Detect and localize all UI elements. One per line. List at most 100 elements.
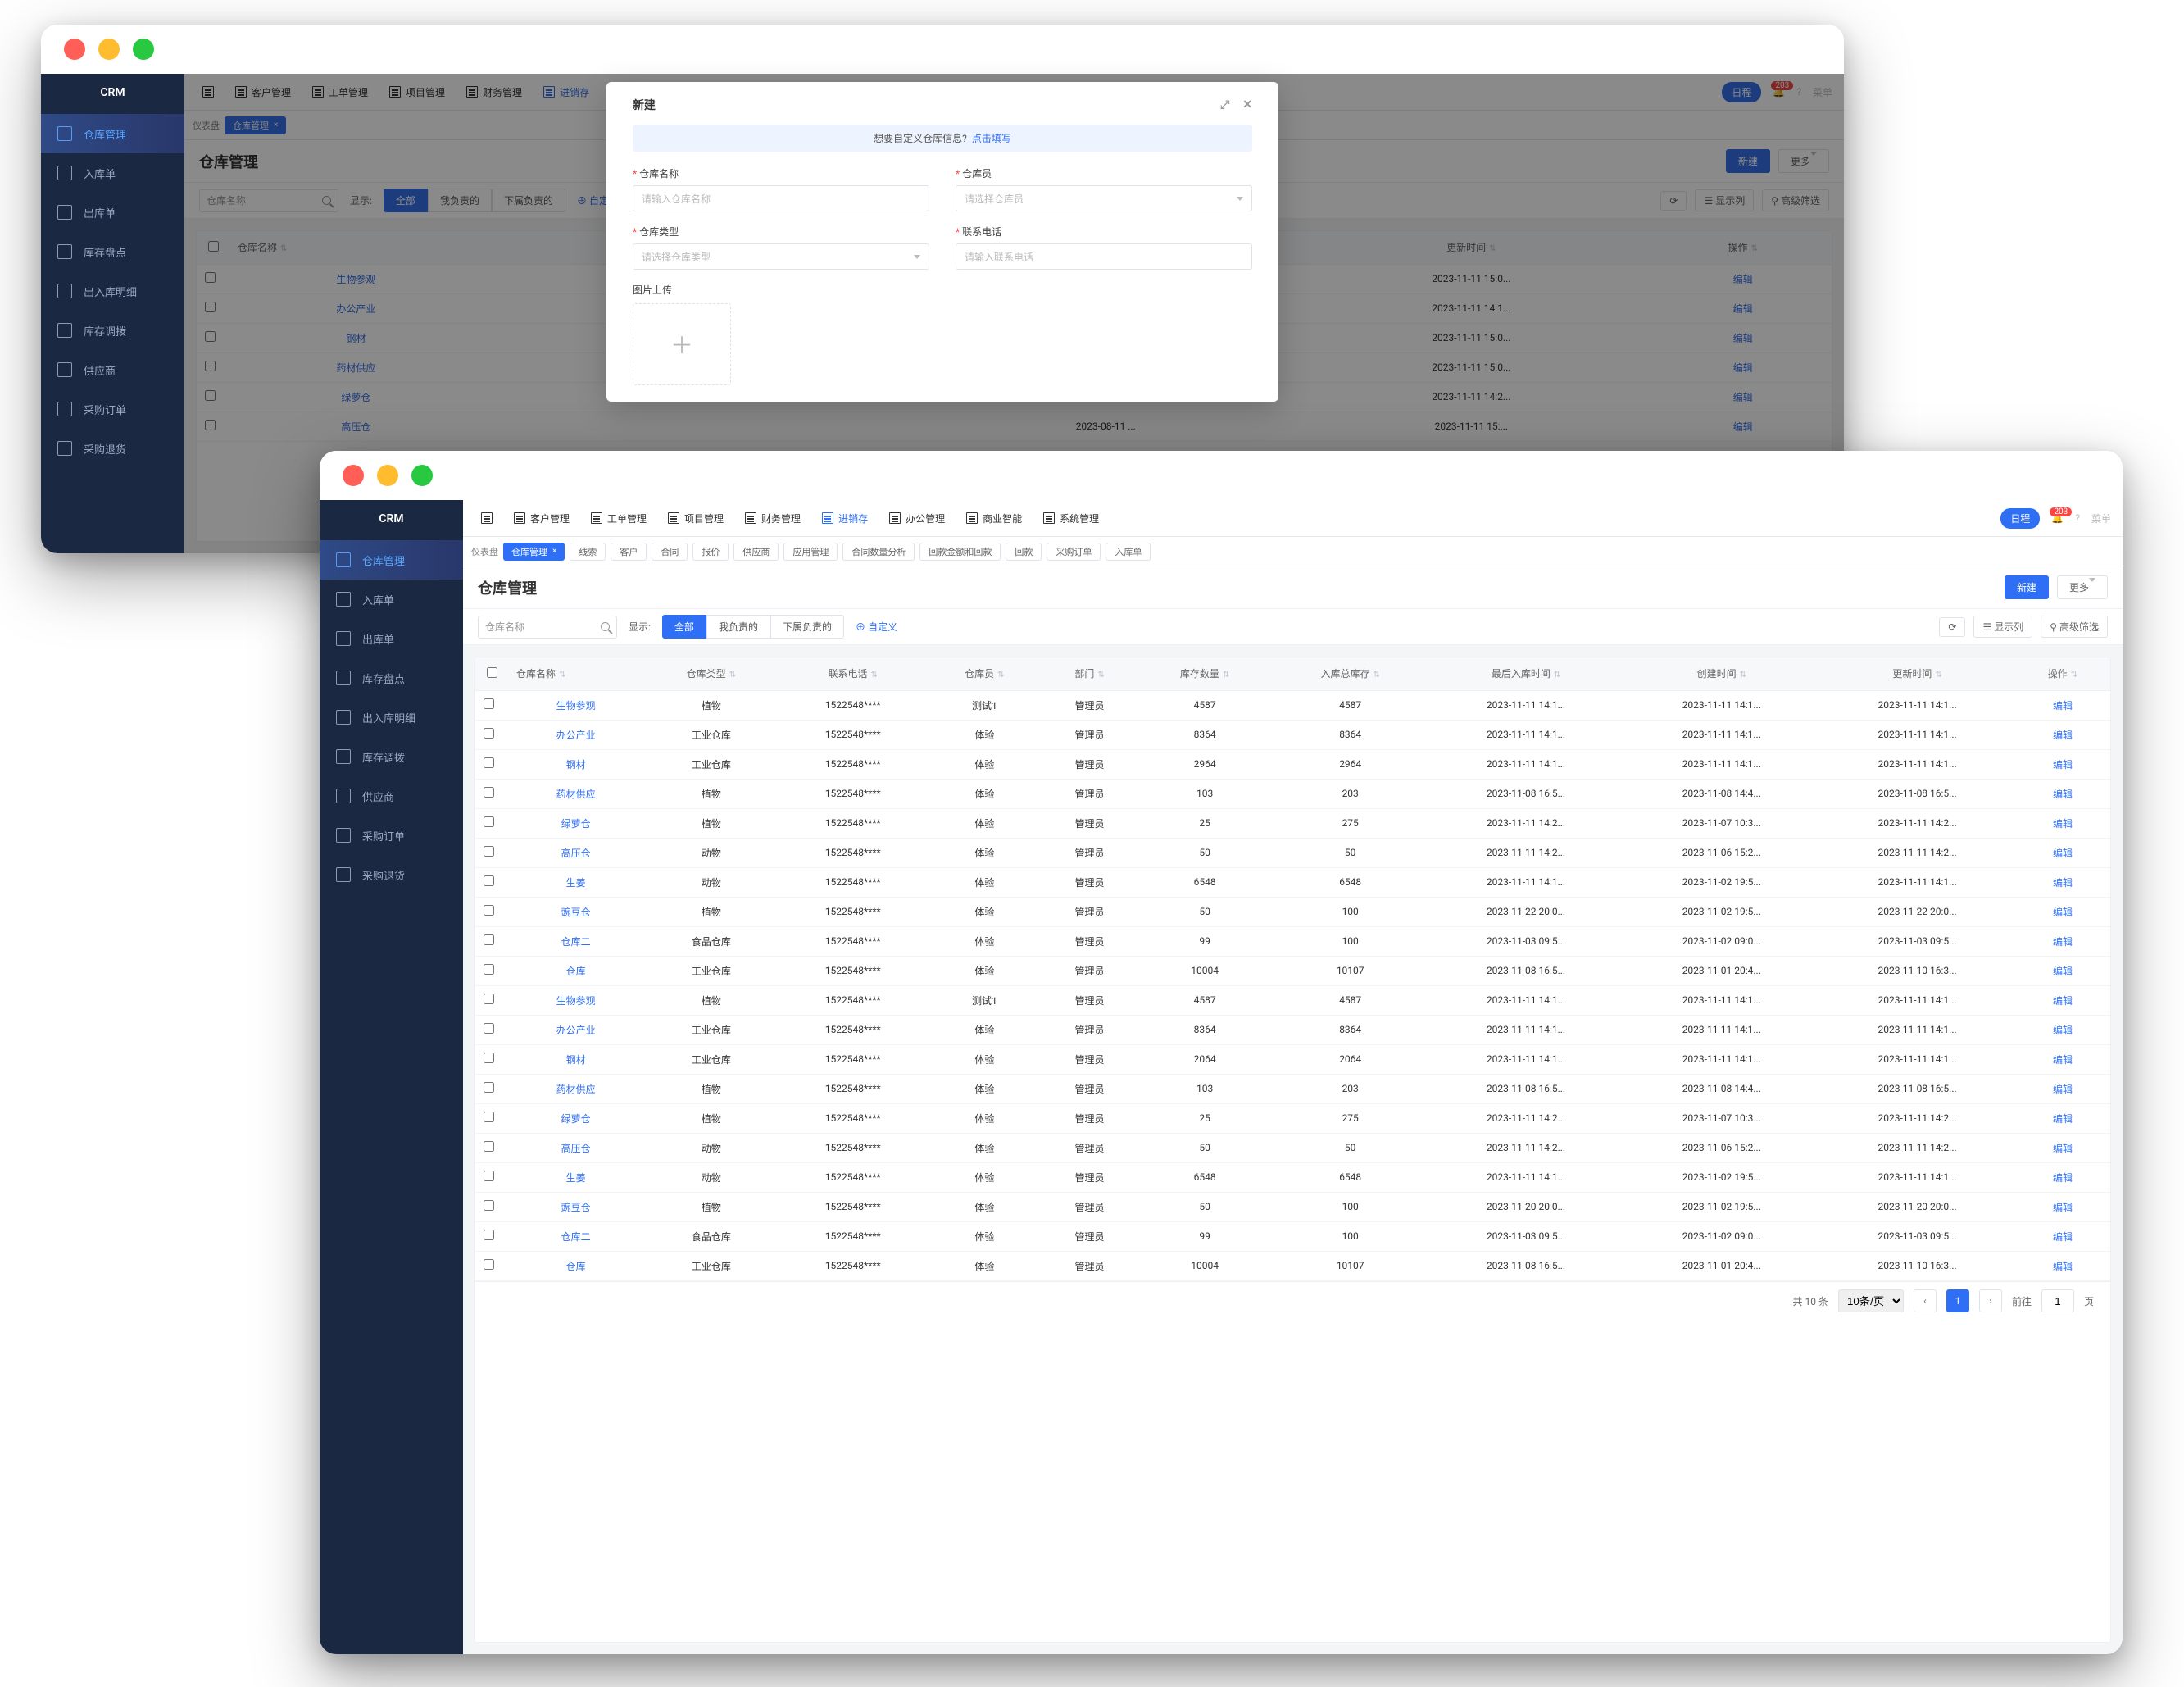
nav-tab-7[interactable]: 系统管理: [1037, 507, 1106, 530]
edit-link[interactable]: 编辑: [2053, 1113, 2073, 1125]
pager-size[interactable]: 10条/页: [1838, 1289, 1904, 1312]
expand-icon[interactable]: ⤢: [1220, 98, 1229, 111]
subtab-6[interactable]: 应用管理: [783, 543, 838, 561]
edit-link[interactable]: 编辑: [2053, 818, 2073, 830]
avatar[interactable]: 菜单: [2091, 512, 2111, 525]
edit-link[interactable]: 编辑: [2053, 1261, 2073, 1272]
sidebar-item-1[interactable]: 入库单: [320, 580, 463, 619]
nav-tab-4[interactable]: 进销存: [815, 507, 874, 530]
sidebar-item-0[interactable]: 仓库管理: [320, 540, 463, 580]
col-6[interactable]: 库存数量⇅: [1137, 657, 1273, 690]
sidebar-item-8[interactable]: 采购退货: [41, 429, 184, 468]
warehouse-name-link[interactable]: 生物参观: [556, 995, 596, 1007]
hamburger-icon[interactable]: [474, 507, 499, 529]
row-checkbox[interactable]: [484, 1112, 494, 1122]
sidebar-item-5[interactable]: 库存调拨: [320, 737, 463, 776]
help-icon[interactable]: ?: [2075, 512, 2080, 524]
warehouse-name-link[interactable]: 药材供应: [556, 789, 596, 800]
edit-link[interactable]: 编辑: [2053, 877, 2073, 889]
pager-next[interactable]: ›: [1979, 1289, 2002, 1312]
maximize-window-button[interactable]: [133, 39, 154, 60]
sidebar-item-6[interactable]: 供应商: [41, 350, 184, 389]
col-8[interactable]: 最后入库时间⇅: [1428, 657, 1624, 690]
subtab-0[interactable]: 仓库管理×: [503, 543, 565, 561]
subtab-10[interactable]: 采购订单: [1047, 543, 1101, 561]
warehouse-name-link[interactable]: 生姜: [566, 877, 586, 889]
sidebar-item-2[interactable]: 出库单: [320, 619, 463, 658]
sidebar-item-4[interactable]: 出入库明细: [41, 271, 184, 311]
row-checkbox[interactable]: [484, 934, 494, 945]
edit-link[interactable]: 编辑: [2053, 907, 2073, 918]
subtab-9[interactable]: 回款: [1006, 543, 1042, 561]
sidebar-item-0[interactable]: 仓库管理: [41, 114, 184, 153]
image-upload[interactable]: ＋: [633, 303, 731, 385]
col-1[interactable]: 仓库名称⇅: [508, 657, 643, 690]
edit-link[interactable]: 编辑: [2053, 1054, 2073, 1066]
pager-prev[interactable]: ‹: [1914, 1289, 1937, 1312]
warehouse-name-link[interactable]: 豌豆仓: [561, 907, 591, 918]
subtab-7[interactable]: 合同数量分析: [842, 543, 915, 561]
edit-link[interactable]: 编辑: [2053, 1172, 2073, 1184]
breadcrumb[interactable]: 仪表盘: [471, 545, 498, 558]
nav-tab-5[interactable]: 办公管理: [883, 507, 951, 530]
seg-all[interactable]: 全部: [662, 615, 706, 639]
warehouse-name-link[interactable]: 绿萝仓: [561, 818, 591, 830]
close-window-button[interactable]: [343, 465, 364, 486]
warehouse-name-link[interactable]: 生姜: [566, 1172, 586, 1184]
subtab-4[interactable]: 报价: [692, 543, 729, 561]
seg-mine[interactable]: 我负责的: [706, 615, 770, 639]
edit-link[interactable]: 编辑: [2053, 700, 2073, 712]
subtab-8[interactable]: 回款金额和回款: [919, 543, 1001, 561]
subtab-3[interactable]: 合同: [652, 543, 688, 561]
col-11[interactable]: 操作⇅: [2015, 657, 2110, 690]
col-3[interactable]: 联系电话⇅: [779, 657, 927, 690]
refresh-button[interactable]: ⟳: [1939, 617, 1965, 637]
col-7[interactable]: 入库总库存⇅: [1273, 657, 1428, 690]
warehouse-type-select[interactable]: 请选择仓库类型: [633, 243, 929, 270]
subtab-5[interactable]: 供应商: [733, 543, 779, 561]
col-9[interactable]: 创建时间⇅: [1623, 657, 1819, 690]
row-checkbox[interactable]: [484, 1141, 494, 1152]
seg-sub[interactable]: 下属负责的: [770, 615, 844, 639]
row-checkbox[interactable]: [484, 698, 494, 709]
row-checkbox[interactable]: [484, 964, 494, 975]
sidebar-item-7[interactable]: 采购订单: [320, 816, 463, 855]
sidebar-item-5[interactable]: 库存调拨: [41, 311, 184, 350]
adv-filter-button[interactable]: ⚲ 高级筛选: [2041, 616, 2108, 638]
col-4[interactable]: 仓库员⇅: [927, 657, 1042, 690]
warehouse-name-link[interactable]: 办公产业: [556, 1025, 596, 1036]
warehouse-name-input[interactable]: 请输入仓库名称: [633, 185, 929, 211]
sidebar-item-2[interactable]: 出库单: [41, 193, 184, 232]
edit-link[interactable]: 编辑: [2053, 848, 2073, 859]
warehouse-name-link[interactable]: 仓库: [566, 966, 586, 977]
warehouse-name-link[interactable]: 药材供应: [556, 1084, 596, 1095]
col-10[interactable]: 更新时间⇅: [1819, 657, 2015, 690]
warehouse-name-link[interactable]: 高压仓: [561, 1143, 591, 1154]
warehouse-staff-select[interactable]: 请选择仓库员: [956, 185, 1252, 211]
row-checkbox[interactable]: [484, 846, 494, 857]
show-cols-button[interactable]: ☰ 显示列: [1973, 616, 2032, 638]
row-checkbox[interactable]: [484, 757, 494, 768]
warehouse-name-link[interactable]: 仓库二: [561, 936, 591, 948]
calendar-pill[interactable]: 日程: [2000, 508, 2040, 529]
row-checkbox[interactable]: [484, 1053, 494, 1063]
warehouse-name-link[interactable]: 仓库: [566, 1261, 586, 1272]
warehouse-name-link[interactable]: 生物参观: [556, 700, 596, 712]
warehouse-name-link[interactable]: 办公产业: [556, 730, 596, 741]
more-button[interactable]: 更多: [2057, 575, 2108, 599]
sidebar-item-7[interactable]: 采购订单: [41, 389, 184, 429]
pager-jump-input[interactable]: [2041, 1289, 2074, 1312]
search-input[interactable]: 仓库名称: [478, 616, 617, 639]
row-checkbox[interactable]: [484, 1082, 494, 1093]
nav-tab-1[interactable]: 工单管理: [584, 507, 653, 530]
close-icon[interactable]: ×: [552, 547, 556, 556]
edit-link[interactable]: 编辑: [2053, 759, 2073, 771]
subtab-11[interactable]: 入库单: [1106, 543, 1151, 561]
row-checkbox[interactable]: [484, 875, 494, 886]
edit-link[interactable]: 编辑: [2053, 1025, 2073, 1036]
row-checkbox[interactable]: [484, 728, 494, 739]
edit-link[interactable]: 编辑: [2053, 936, 2073, 948]
subtab-2[interactable]: 客户: [611, 543, 647, 561]
edit-link[interactable]: 编辑: [2053, 995, 2073, 1007]
sidebar-item-3[interactable]: 库存盘点: [41, 232, 184, 271]
